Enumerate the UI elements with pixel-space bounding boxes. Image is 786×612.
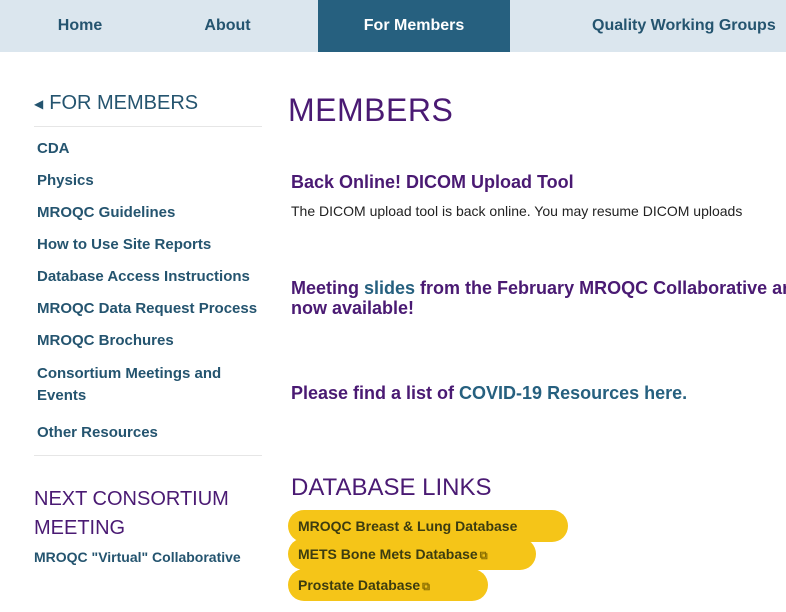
- prostate-database-link[interactable]: Prostate Database ⧉: [288, 569, 488, 601]
- sidebar-item-other-resources[interactable]: Other Resources: [34, 417, 262, 449]
- news-text: The DICOM upload tool is back online. Yo…: [291, 203, 743, 219]
- triangle-left-icon: ◀: [34, 96, 44, 111]
- sidebar-list: CDA Physics MROQC Guidelines How to Use …: [34, 127, 262, 449]
- sidebar-divider: [34, 455, 262, 456]
- page-title: MEMBERS: [288, 92, 454, 128]
- prostate-database-label: Prostate Database: [298, 577, 421, 593]
- database-links-heading: DATABASE LINKS: [291, 474, 492, 501]
- sidebar-item-physics[interactable]: Physics: [34, 165, 262, 197]
- top-navigation: Home About For Members Quality Working G…: [0, 0, 786, 52]
- sidebar-item-database-access[interactable]: Database Access Instructions: [34, 261, 262, 293]
- sidebar-item-data-request[interactable]: MROQC Data Request Process: [34, 293, 262, 325]
- bone-mets-database-link[interactable]: METS Bone Mets Database ⧉: [288, 538, 536, 570]
- sidebar-item-consortium-meetings[interactable]: Consortium Meetings and Events: [34, 357, 262, 417]
- next-meeting-heading: NEXT CONSORTIUM MEETING: [34, 488, 229, 539]
- sidebar-item-brochures[interactable]: MROQC Brochures: [34, 325, 262, 357]
- sidebar-heading[interactable]: ◀ FOR MEMBERS: [34, 84, 262, 127]
- slides-link[interactable]: slides: [364, 278, 415, 298]
- covid-announcement: Please find a list of COVID-19 Resources…: [291, 383, 687, 404]
- news-title: Back Online! DICOM Upload Tool: [291, 172, 574, 192]
- nav-tab-about[interactable]: About: [185, 0, 270, 52]
- sidebar-heading-label: FOR MEMBERS: [49, 92, 199, 114]
- sidebar-item-cda[interactable]: CDA: [34, 133, 262, 165]
- sidebar-item-mroqc-guidelines[interactable]: MROQC Guidelines: [34, 197, 262, 229]
- bone-mets-database-label: METS Bone Mets Database: [298, 546, 478, 562]
- next-meeting-link[interactable]: MROQC "Virtual" Collaborative: [34, 549, 262, 565]
- main-content: MEMBERS Back Online! DICOM Upload Tool T…: [288, 84, 786, 601]
- external-link-icon: ⧉: [422, 581, 431, 593]
- nav-tab-home[interactable]: Home: [40, 0, 120, 52]
- external-link-icon: ⧉: [479, 550, 488, 562]
- covid-text-pre: Please find a list of: [291, 383, 460, 403]
- breast-lung-database-label: MROQC Breast & Lung Database: [298, 518, 518, 534]
- nav-tab-for-members[interactable]: For Members: [318, 0, 510, 52]
- meeting-announcement: Meeting slides from the February MROQC C…: [291, 278, 786, 318]
- covid-resources-link[interactable]: COVID-19 Resources here.: [459, 383, 687, 403]
- sidebar-item-site-reports[interactable]: How to Use Site Reports: [34, 229, 262, 261]
- meeting-text-pre: Meeting: [291, 278, 365, 298]
- sidebar: ◀ FOR MEMBERS CDA Physics MROQC Guidelin…: [34, 84, 262, 565]
- nav-tab-quality-working-groups[interactable]: Quality Working Groups: [510, 0, 786, 52]
